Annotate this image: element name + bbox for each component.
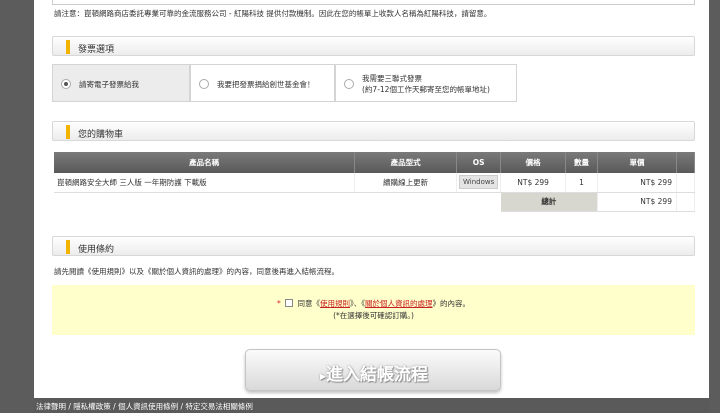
cell-price: NT$ 299 [500, 173, 567, 193]
terms-intro: 請先閱讀《使用規則》以及《關於個人資訊的處理》的內容，同意後再進入結帳流程。 [54, 267, 339, 276]
invoice-option-donate[interactable]: 我要把發票捐給創世基金會！ [190, 64, 335, 102]
agree-text: 》的內容。 [432, 299, 471, 308]
cell-product-type: 續購線上更新 [354, 173, 458, 193]
required-mark: * [276, 299, 281, 308]
cell-os: Windows [456, 173, 502, 193]
invoice-option-line1: 我需要三聯式發票 [362, 74, 422, 83]
notice-frame [52, 0, 695, 5]
os-badge: Windows [458, 175, 499, 190]
section-accent [66, 240, 70, 254]
link-terms-of-use[interactable]: 使用規則 [320, 299, 350, 308]
terms-note: (*在選擇後可確認訂購。) [333, 311, 414, 320]
invoice-option-label: 請寄電子發票給我 [79, 80, 139, 89]
cell-empty [457, 192, 501, 211]
cell-blank [676, 192, 696, 212]
col-header-blank [676, 152, 696, 173]
main-content: 請注意：崑頓網路商店委託專業可靠的金流服務公司 - 紅陽科技 提供付款機制。因此… [34, 0, 709, 398]
footer-links[interactable]: 法律聲明 / 隱私權政策 / 個人資訊使用條例 / 特定交易法相關條例 [34, 398, 709, 413]
cell-product-name: 崑頓網路安全大師 三人版 一年期防護 下載版 [54, 173, 356, 193]
invoice-option-label: 我需要三聯式發票 (約7-12個工作天郵寄至您的帳單地址) [362, 73, 490, 95]
invoice-section-header: 發票選項 [52, 36, 695, 56]
total-value: NT$ 299 [597, 192, 677, 212]
col-header-os: OS [456, 152, 502, 173]
section-accent [66, 40, 70, 54]
cart-section-header: 您的購物車 [52, 121, 695, 141]
total-row: 總計 NT$ 299 [54, 192, 696, 212]
col-header-qty: 數量 [565, 152, 599, 173]
page-background: 請注意：崑頓網路商店委託專業可靠的金流服務公司 - 紅陽科技 提供付款機制。因此… [0, 0, 720, 413]
checkout-button[interactable]: ▸進入結帳流程 [245, 349, 501, 391]
cart-section-title: 您的購物車 [78, 130, 124, 140]
agree-checkbox[interactable] [285, 299, 294, 307]
radio-button[interactable] [344, 79, 354, 89]
invoice-option-e-invoice[interactable]: 請寄電子發票給我 [52, 64, 190, 102]
col-header-unit: 單價 [597, 152, 677, 173]
radio-button-selected[interactable] [61, 79, 71, 89]
col-header-price: 價格 [500, 152, 567, 173]
terms-agree-line: * 同意《使用規則》、《關於個人資訊的處理》的內容。 [52, 298, 695, 309]
checkout-text: 進入結帳流程 [326, 365, 429, 385]
cell-unit-price: NT$ 299 [597, 173, 677, 193]
col-header-type: 產品型式 [354, 152, 458, 173]
cart-header-row: 產品名稱 產品型式 OS 價格 數量 單價 [54, 152, 696, 173]
invoice-section-title: 發票選項 [78, 45, 115, 55]
terms-section-title: 使用條約 [78, 245, 115, 255]
terms-section-header: 使用條約 [52, 236, 695, 256]
cell-qty: 1 [565, 173, 599, 193]
cell-blank [676, 173, 696, 193]
invoice-option-triplicate[interactable]: 我需要三聯式發票 (約7-12個工作天郵寄至您的帳單地址) [335, 64, 517, 102]
terms-agreement-box: * 同意《使用規則》、《關於個人資訊的處理》的內容。 (*在選擇後可確認訂購。) [52, 285, 695, 335]
radio-button[interactable] [199, 79, 209, 89]
checkout-button-label: ▸進入結帳流程 [246, 360, 502, 385]
agree-text: 》、《 [350, 299, 366, 308]
link-privacy[interactable]: 關於個人資訊的處理 [365, 299, 433, 308]
invoice-option-label: 我要把發票捐給創世基金會！ [217, 80, 315, 89]
payment-notice: 請注意：崑頓網路商店委託專業可靠的金流服務公司 - 紅陽科技 提供付款機制。因此… [54, 9, 492, 18]
cell-empty [54, 192, 355, 211]
total-label: 總計 [500, 192, 599, 212]
section-accent [66, 125, 70, 139]
invoice-option-line2: (約7-12個工作天郵寄至您的帳單地址) [362, 85, 490, 94]
agree-text: 同意《 [297, 299, 321, 308]
col-header-product: 產品名稱 [54, 152, 356, 173]
cell-empty [355, 192, 457, 211]
cart-table: 產品名稱 產品型式 OS 價格 數量 單價 崑頓網路安全大師 三人版 一年期防護… [54, 152, 696, 212]
table-row: 崑頓網路安全大師 三人版 一年期防護 下載版 續購線上更新 Windows NT… [54, 173, 696, 193]
